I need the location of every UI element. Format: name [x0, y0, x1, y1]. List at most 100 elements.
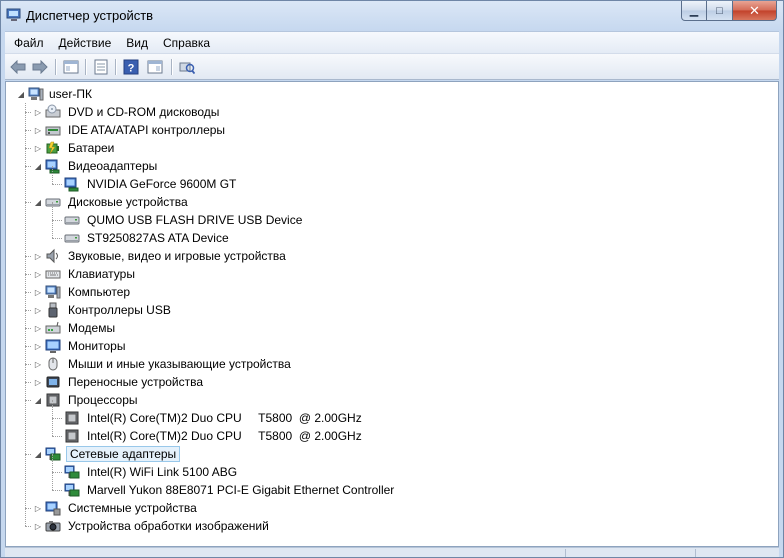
collapse-icon[interactable]: ◢ [33, 394, 43, 406]
expand-icon[interactable]: ▷ [33, 142, 43, 154]
tree-device[interactable]: ST9250827AS ATA Device [6, 229, 766, 247]
tree-category[interactable]: ◢ Видеоадаптеры [6, 157, 766, 175]
scan-hardware-icon[interactable] [177, 58, 197, 76]
toolbar-separator [171, 59, 172, 75]
tree-category[interactable]: ▷ IDE ATA/ATAPI контроллеры [6, 121, 766, 139]
expand-icon[interactable]: ▷ [33, 250, 43, 262]
tree-category[interactable]: ◢ Дисковые устройства [6, 193, 766, 211]
collapse-icon[interactable]: ◢ [33, 196, 43, 208]
tree-device[interactable]: Intel(R) Core(TM)2 Duo CPU T5800 @ 2.00G… [6, 427, 766, 445]
tree-category[interactable]: ◢ Сетевые адаптеры [6, 445, 766, 463]
close-button[interactable]: ✕ [733, 1, 777, 21]
device-tree[interactable]: ◢ user-ПК ▷ DVD и CD-ROM дисководы ▷ IDE AT… [5, 81, 779, 547]
document-icon[interactable] [91, 58, 111, 76]
properties-list-icon[interactable] [61, 58, 81, 76]
maximize-button[interactable]: □ [707, 1, 733, 21]
tree-connector [52, 418, 62, 419]
expand-icon[interactable]: ▷ [33, 124, 43, 136]
menu-help[interactable]: Справка [157, 33, 216, 53]
device-manager-window: Диспетчер устройств ▁ □ ✕ Файл Действие … [0, 0, 784, 558]
tree-category[interactable]: ▷ Модемы [6, 319, 766, 337]
display-adapter-icon [64, 177, 79, 192]
tree-connector [52, 184, 62, 185]
usb-icon [48, 302, 58, 318]
tree-category[interactable]: ▷ Мыши и иные указывающие устройства [6, 355, 766, 373]
forward-icon[interactable] [30, 58, 50, 76]
collapse-icon[interactable]: ◢ [33, 448, 43, 460]
status-separator [695, 549, 696, 557]
menu-view[interactable]: Вид [120, 33, 154, 53]
disk-drive-icon [64, 216, 80, 225]
tree-category[interactable]: ▷ Устройства обработки изображений [6, 517, 766, 535]
tree-connector [52, 490, 62, 491]
tree-connector [52, 238, 62, 239]
computer-icon [28, 87, 44, 101]
tree-device-label: NVIDIA GeForce 9600M GT [87, 177, 237, 191]
status-separator [565, 549, 566, 557]
tree-device[interactable]: NVIDIA GeForce 9600M GT [6, 175, 766, 193]
tree-category[interactable]: ▷ Контроллеры USB [6, 301, 766, 319]
tree-category[interactable]: ▷ Системные устройства [6, 499, 766, 517]
computer-icon [45, 285, 61, 299]
tree-device[interactable]: Intel(R) Core(TM)2 Duo CPU T5800 @ 2.00G… [6, 409, 766, 427]
tree-category-label: Компьютер [68, 285, 131, 299]
collapse-icon[interactable]: ◢ [33, 160, 43, 172]
menu-action[interactable]: Действие [53, 33, 118, 53]
expand-icon[interactable]: ▷ [33, 286, 43, 298]
tree-category[interactable]: ◢ Процессоры [6, 391, 766, 409]
expand-icon[interactable]: ▷ [33, 322, 43, 334]
system-device-icon [45, 501, 61, 516]
tree-category[interactable]: ▷ Компьютер [6, 283, 766, 301]
tree-device[interactable]: Intel(R) WiFi Link 5100 ABG [6, 463, 766, 481]
tree-category[interactable]: ▷ Звуковые, видео и игровые устройства [6, 247, 766, 265]
expand-icon[interactable]: ▷ [33, 502, 43, 514]
tree-category-label: Системные устройства [68, 501, 197, 515]
tree-category-label: Видеоадаптеры [68, 159, 158, 173]
device-manager-icon [6, 8, 21, 21]
tree-connector [52, 400, 53, 436]
keyboard-icon [45, 270, 61, 279]
expand-icon[interactable]: ▷ [33, 520, 43, 532]
disk-drive-icon [45, 198, 61, 207]
processor-icon [65, 429, 79, 443]
disk-drive-icon [64, 234, 80, 243]
svg-text:?: ? [128, 63, 135, 75]
expand-icon[interactable]: ▷ [33, 358, 43, 370]
expand-icon[interactable]: ▷ [33, 304, 43, 316]
menu-file[interactable]: Файл [8, 33, 50, 53]
title-bar[interactable]: Диспетчер устройств ▁ □ ✕ [1, 1, 783, 31]
tree-connector [52, 472, 62, 473]
toolbar-separator [85, 59, 86, 75]
expand-icon[interactable]: ▷ [33, 106, 43, 118]
expand-icon[interactable]: ▷ [33, 268, 43, 280]
back-icon[interactable] [8, 58, 28, 76]
tree-category-label: Модемы [68, 321, 116, 335]
root-label: user-ПК [49, 87, 92, 101]
tree-category[interactable]: ▷ DVD и CD-ROM дисководы [6, 103, 766, 121]
network-adapter-icon [45, 447, 61, 461]
tree-category-label: Клавиатуры [68, 267, 135, 281]
help-icon[interactable]: ? [121, 58, 141, 76]
tree-device[interactable]: QUMO USB FLASH DRIVE USB Device [6, 211, 766, 229]
tree-category[interactable]: ▷ Мониторы [6, 337, 766, 355]
expand-icon[interactable]: ▷ [33, 340, 43, 352]
expand-icon[interactable]: ▷ [33, 376, 43, 388]
console-icon[interactable] [145, 58, 165, 76]
tree-category-label: Звуковые, видео и игровые устройства [68, 249, 286, 263]
modem-icon [45, 321, 61, 334]
dvd-drive-icon [45, 104, 61, 118]
mouse-icon [48, 357, 58, 371]
tree-category[interactable]: ▷ Переносные устройства [6, 373, 766, 391]
processor-icon [46, 393, 60, 407]
tree-root[interactable]: ◢ user-ПК [6, 85, 766, 103]
display-adapter-icon [45, 159, 60, 174]
collapse-icon[interactable]: ◢ [16, 88, 26, 100]
tree-device[interactable]: Marvell Yukon 88E8071 PCI-E Gigabit Ethe… [6, 481, 766, 499]
tree-category[interactable]: ▷ Батареи [6, 139, 766, 157]
imaging-device-icon [45, 521, 61, 532]
monitor-icon [45, 339, 61, 353]
minimize-button[interactable]: ▁ [681, 1, 707, 21]
toolbar-separator [115, 59, 116, 75]
tree-category[interactable]: ▷ Клавиатуры [6, 265, 766, 283]
tree-device-label: Intel(R) Core(TM)2 Duo CPU T5800 @ 2.00G… [87, 411, 362, 425]
